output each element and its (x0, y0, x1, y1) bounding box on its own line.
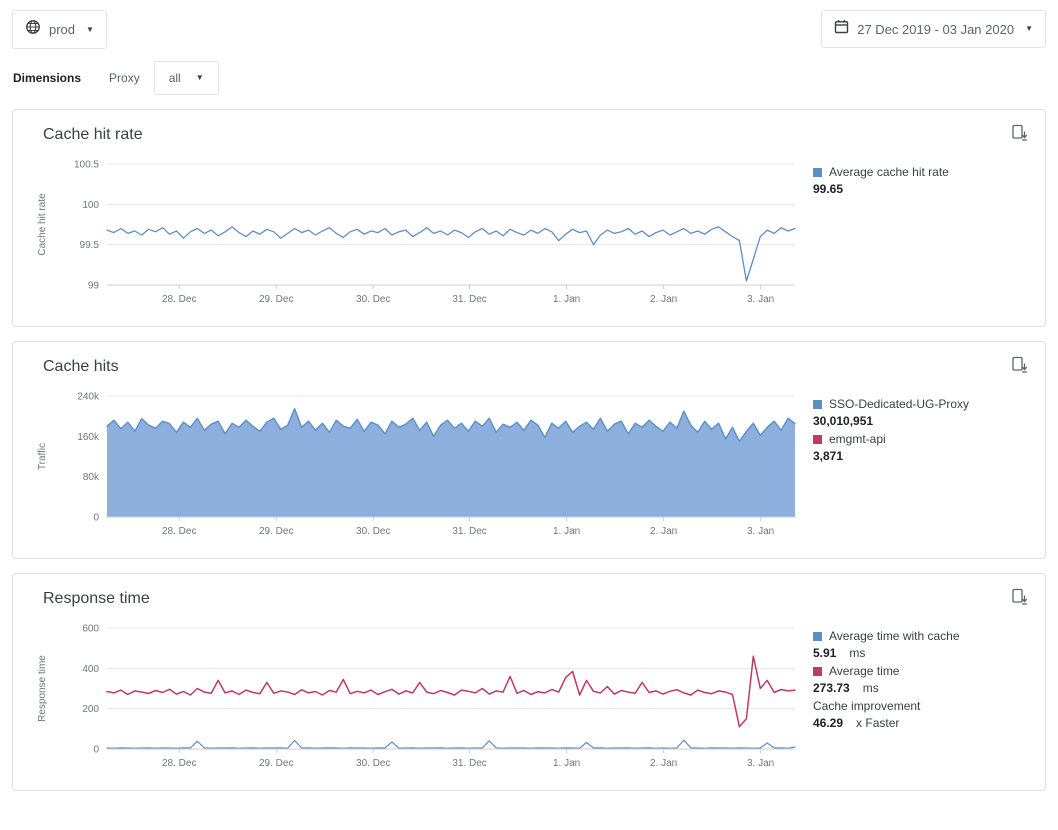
svg-text:160k: 160k (77, 432, 100, 443)
svg-text:0: 0 (93, 745, 99, 756)
legend-entry: Average time with cache 5.91 ms (813, 628, 1029, 662)
svg-text:Response time: Response time (37, 655, 48, 722)
chart-title: Cache hit rate (29, 124, 1029, 150)
legend-label: emgmt-api (829, 431, 886, 448)
caret-down-icon: ▼ (1025, 25, 1033, 33)
legend-swatch (813, 400, 822, 409)
legend-suffix: ms (849, 645, 865, 662)
svg-text:31. Dec: 31. Dec (452, 758, 486, 769)
cache-hit-rate-chart[interactable]: 99 99.5 100 100.5 Cache hit rate 28. Dec 29. D… (29, 150, 809, 316)
chart-legend: Average cache hit rate 99.65 (809, 150, 1029, 199)
download-report-icon (1010, 130, 1029, 145)
svg-text:100.5: 100.5 (74, 160, 99, 171)
response-time-card: Response time 0 200 400 600 Response time 28.… (12, 573, 1046, 791)
date-range-label: 27 Dec 2019 - 03 Jan 2020 (857, 22, 1014, 37)
dimensions-label: Dimensions (13, 71, 81, 85)
download-report-button[interactable] (1010, 356, 1029, 377)
svg-text:Cache hit rate: Cache hit rate (37, 193, 48, 256)
svg-text:2. Jan: 2. Jan (650, 758, 677, 769)
chart-title: Response time (29, 588, 1029, 614)
svg-text:200: 200 (82, 704, 99, 715)
legend-entry: emgmt-api 3,871 (813, 431, 1029, 465)
top-bar: prod ▼ 27 Dec 2019 - 03 Jan 2020 ▼ (0, 0, 1058, 49)
svg-text:99.5: 99.5 (80, 240, 100, 251)
download-report-icon (1010, 362, 1029, 377)
dimension-value-dropdown[interactable]: all ▼ (154, 61, 219, 95)
legend-entry: SSO-Dedicated-UG-Proxy 30,010,951 (813, 396, 1029, 430)
svg-text:240k: 240k (77, 392, 100, 403)
svg-text:2. Jan: 2. Jan (650, 526, 677, 537)
svg-text:2. Jan: 2. Jan (650, 294, 677, 305)
dimension-filter-bar: Dimensions Proxy all ▼ (0, 49, 1058, 95)
legend-suffix: ms (863, 680, 879, 697)
legend-entry: Average cache hit rate 99.65 (813, 164, 1029, 198)
svg-text:600: 600 (82, 624, 99, 635)
legend-swatch (813, 632, 822, 641)
svg-text:29. Dec: 29. Dec (259, 758, 293, 769)
svg-text:30. Dec: 30. Dec (356, 294, 390, 305)
legend-label: SSO-Dedicated-UG-Proxy (829, 396, 969, 413)
legend-swatch (813, 667, 822, 676)
download-report-icon (1010, 594, 1029, 609)
chart-legend: Average time with cache 5.91 ms Average … (809, 614, 1029, 733)
legend-label: Cache improvement (813, 698, 920, 715)
svg-text:1. Jan: 1. Jan (553, 526, 580, 537)
download-report-button[interactable] (1010, 124, 1029, 145)
legend-label: Average time with cache (829, 628, 960, 645)
legend-label: Average time (829, 663, 899, 680)
dimension-name: Proxy (109, 71, 140, 85)
svg-text:28. Dec: 28. Dec (162, 758, 196, 769)
legend-entry: Cache improvement 46.29 x Faster (813, 698, 1029, 732)
svg-text:30. Dec: 30. Dec (356, 758, 390, 769)
cache-hit-rate-card: Cache hit rate 99 99.5 100 100.5 Cache hit r… (12, 109, 1046, 327)
svg-text:31. Dec: 31. Dec (452, 526, 486, 537)
legend-value: 46.29 (813, 715, 843, 732)
calendar-icon (834, 19, 849, 39)
svg-text:400: 400 (82, 664, 99, 675)
legend-swatch (813, 435, 822, 444)
dimension-value: all (169, 71, 181, 85)
svg-text:30. Dec: 30. Dec (356, 526, 390, 537)
svg-text:3. Jan: 3. Jan (747, 526, 774, 537)
svg-text:80k: 80k (83, 472, 100, 483)
legend-suffix: x Faster (856, 715, 899, 732)
download-report-button[interactable] (1010, 588, 1029, 609)
svg-text:0: 0 (93, 513, 99, 524)
svg-text:1. Jan: 1. Jan (553, 294, 580, 305)
caret-down-icon: ▼ (86, 26, 94, 34)
svg-text:1. Jan: 1. Jan (553, 758, 580, 769)
svg-text:28. Dec: 28. Dec (162, 294, 196, 305)
cache-hits-chart[interactable]: 0 80k 160k 240k Traffic 28. Dec 29. Dec 30. Dec… (29, 382, 809, 548)
legend-value: 5.91 (813, 645, 836, 662)
cache-hits-card: Cache hits 0 80k 160k 240k Traffic 28. Dec 29.… (12, 341, 1046, 559)
environment-selector[interactable]: prod ▼ (12, 10, 107, 49)
svg-text:100: 100 (82, 200, 99, 211)
legend-label: Average cache hit rate (829, 164, 949, 181)
svg-text:99: 99 (88, 281, 100, 292)
date-range-picker[interactable]: 27 Dec 2019 - 03 Jan 2020 ▼ (821, 10, 1046, 48)
svg-text:Traffic: Traffic (37, 443, 48, 470)
caret-down-icon: ▼ (196, 74, 204, 82)
chart-title: Cache hits (29, 356, 1029, 382)
globe-icon (25, 19, 41, 40)
svg-text:3. Jan: 3. Jan (747, 294, 774, 305)
legend-value: 30,010,951 (813, 413, 873, 430)
svg-text:3. Jan: 3. Jan (747, 758, 774, 769)
svg-text:29. Dec: 29. Dec (259, 526, 293, 537)
dashboard: { "header": { "env_label": "prod", "date… (0, 0, 1058, 830)
legend-value: 99.65 (813, 181, 843, 198)
chart-legend: SSO-Dedicated-UG-Proxy 30,010,951 emgmt-… (809, 382, 1029, 466)
legend-swatch (813, 168, 822, 177)
response-time-chart[interactable]: 0 200 400 600 Response time 28. Dec 29. Dec 30.… (29, 614, 809, 780)
svg-text:31. Dec: 31. Dec (452, 294, 486, 305)
legend-value: 273.73 (813, 680, 850, 697)
svg-text:29. Dec: 29. Dec (259, 294, 293, 305)
legend-value: 3,871 (813, 448, 843, 465)
svg-text:28. Dec: 28. Dec (162, 526, 196, 537)
environment-label: prod (49, 22, 75, 37)
legend-entry: Average time 273.73 ms (813, 663, 1029, 697)
